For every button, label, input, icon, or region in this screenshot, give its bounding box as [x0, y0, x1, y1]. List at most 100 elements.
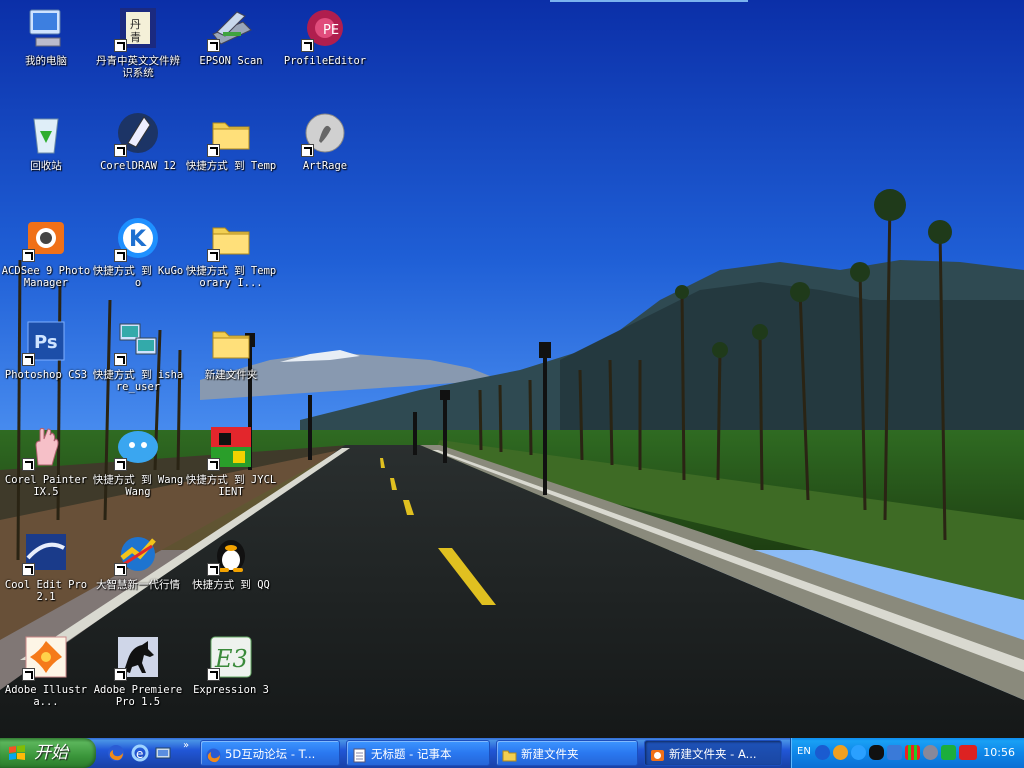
shortcut-arrow-icon: [114, 668, 127, 681]
desktop-icon-label: 快捷方式 到 JYCLIENT: [185, 474, 277, 498]
stock-tray-icon[interactable]: [905, 745, 920, 760]
desktop-icon-label: 新建文件夹: [204, 369, 258, 381]
photoshop-icon: Ps: [22, 318, 70, 366]
shortcut-arrow-icon: [207, 249, 220, 262]
ati-tray-icon[interactable]: [959, 745, 977, 760]
firefox-icon[interactable]: [107, 744, 125, 762]
quick-launch-more-button[interactable]: »: [183, 740, 189, 751]
desktop-icon[interactable]: CorelDRAW 12: [92, 107, 184, 207]
desktop-icon[interactable]: K 快捷方式 到 KuGoo: [92, 212, 184, 312]
desktop-icon[interactable]: EPSON Scan: [185, 2, 277, 102]
tray-expand-icon[interactable]: [815, 745, 830, 760]
desktop-icon-label: EPSON Scan: [199, 55, 263, 67]
start-label: 开始: [34, 743, 68, 763]
shortcut-arrow-icon: [114, 249, 127, 262]
desktop-icon[interactable]: ACDSee 9 Photo Manager: [0, 212, 92, 312]
acdsee-icon: [22, 214, 70, 262]
desktop-icon[interactable]: Adobe Premiere Pro 1.5: [92, 631, 184, 731]
shortcut-arrow-icon: [114, 563, 127, 576]
desktop-icon[interactable]: PE ProfileEditor: [279, 2, 371, 102]
folder-icon: [207, 318, 255, 366]
firefox-icon: [206, 746, 221, 763]
desktop-icon[interactable]: Adobe Illustra...: [0, 631, 92, 731]
desktop-icon-label: CorelDRAW 12: [100, 160, 176, 172]
shortcut-arrow-icon: [301, 39, 314, 52]
desktop-icon[interactable]: ArtRage: [279, 107, 371, 207]
taskbar-button[interactable]: 5D互动论坛 - T...: [200, 740, 340, 766]
system-tray: EN 10:56: [790, 738, 1024, 768]
shortcut-arrow-icon: [207, 144, 220, 157]
expression-icon: E3: [207, 633, 255, 681]
desktop-icon-label: 快捷方式 到 Temp: [185, 160, 277, 172]
firefox-tray-icon[interactable]: [833, 745, 848, 760]
desktop-icon-label: 丹青中英文文件辨识系统: [96, 55, 180, 79]
start-button[interactable]: 开始: [0, 738, 96, 768]
shortcut-arrow-icon: [114, 353, 127, 366]
desktop-icon[interactable]: Corel Painter IX.5: [0, 421, 92, 521]
qq-penguin-icon: [207, 528, 255, 576]
shortcut-arrow-icon: [22, 668, 35, 681]
desktop-icon-label: 快捷方式 到 ishare_user: [92, 369, 184, 393]
desktop-icon[interactable]: 快捷方式 到 QQ: [185, 526, 277, 626]
scanner-icon: [207, 4, 255, 52]
desktop-icon-label: 大智慧新一代行情: [96, 579, 180, 591]
svg-text:PE: PE: [323, 23, 339, 38]
kugoo-tray-icon[interactable]: [851, 745, 866, 760]
desktop-icon-label: 我的电脑: [25, 55, 67, 67]
jyclient-icon: [207, 423, 255, 471]
taskbar-button-label: 新建文件夹 - A...: [669, 747, 757, 761]
desktop-icon[interactable]: E3 Expression 3: [185, 631, 277, 731]
network-computers-icon: [114, 318, 162, 366]
network-tray-icon[interactable]: [887, 745, 902, 760]
show-desktop-icon[interactable]: [154, 744, 172, 762]
ie-icon[interactable]: e: [131, 744, 149, 762]
desktop-icon[interactable]: 回收站: [0, 107, 92, 207]
desktop-icon-label: 快捷方式 到 QQ: [192, 579, 270, 591]
desktop-icon[interactable]: 快捷方式 到 Temporary I...: [185, 212, 277, 312]
wangwang-icon: [114, 423, 162, 471]
taskbar-button-label: 新建文件夹: [521, 747, 579, 761]
desktop[interactable]: 我的电脑 丹青丹青中英文文件辨识系统 EPSON Scan PE ProfileEdit…: [0, 0, 1024, 738]
coreldraw-icon: [114, 109, 162, 157]
illustrator-icon: [22, 633, 70, 681]
desktop-icon[interactable]: 快捷方式 到 Temp: [185, 107, 277, 207]
taskbar-button[interactable]: 新建文件夹: [496, 740, 638, 766]
svg-text:丹: 丹: [130, 18, 141, 31]
taskbar-button-label: 5D互动论坛 - T...: [225, 747, 316, 761]
shortcut-arrow-icon: [114, 39, 127, 52]
desktop-icon[interactable]: 新建文件夹: [185, 316, 277, 416]
volume-tray-icon[interactable]: [923, 745, 938, 760]
desktop-icon[interactable]: Cool Edit Pro 2.1: [0, 526, 92, 626]
taskbar-button[interactable]: 新建文件夹 - A...: [644, 740, 782, 766]
language-indicator[interactable]: EN: [797, 746, 811, 757]
desktop-icon[interactable]: 丹青丹青中英文文件辨识系统: [92, 2, 184, 102]
taskbar-button[interactable]: 无标题 - 记事本: [346, 740, 490, 766]
desktop-icon[interactable]: Ps Photoshop CS3: [0, 316, 92, 416]
desktop-icon[interactable]: 我的电脑: [0, 2, 92, 102]
svg-text:Ps: Ps: [34, 332, 58, 353]
svg-text:K: K: [129, 227, 147, 252]
desktop-icon-label: 快捷方式 到 Temporary I...: [185, 265, 277, 289]
cool-edit-icon: [22, 528, 70, 576]
desktop-icon-label: Cool Edit Pro 2.1: [4, 579, 88, 603]
desktop-icon[interactable]: 大智慧新一代行情: [92, 526, 184, 626]
qq-tray-icon[interactable]: [869, 745, 884, 760]
security-shield-tray-icon[interactable]: [941, 745, 956, 760]
shortcut-arrow-icon: [22, 563, 35, 576]
desktop-icon-label: 回收站: [30, 160, 62, 172]
desktop-icon-label: 快捷方式 到 WangWang: [92, 474, 184, 498]
kugoo-icon: K: [114, 214, 162, 262]
svg-text:e: e: [136, 747, 143, 761]
desktop-icon-label: Expression 3: [193, 684, 269, 696]
top-window-edge: [550, 0, 748, 2]
shortcut-arrow-icon: [207, 39, 220, 52]
desktop-icon-label: ProfileEditor: [283, 55, 367, 67]
recycle-bin-icon: [22, 109, 70, 157]
desktop-icon[interactable]: 快捷方式 到 ishare_user: [92, 316, 184, 416]
shortcut-arrow-icon: [114, 144, 127, 157]
windows-flag-icon: [9, 745, 25, 760]
desktop-icon[interactable]: 快捷方式 到 JYCLIENT: [185, 421, 277, 521]
clock[interactable]: 10:56: [983, 746, 1015, 759]
desktop-icon-label: ACDSee 9 Photo Manager: [1, 265, 91, 289]
desktop-icon[interactable]: 快捷方式 到 WangWang: [92, 421, 184, 521]
